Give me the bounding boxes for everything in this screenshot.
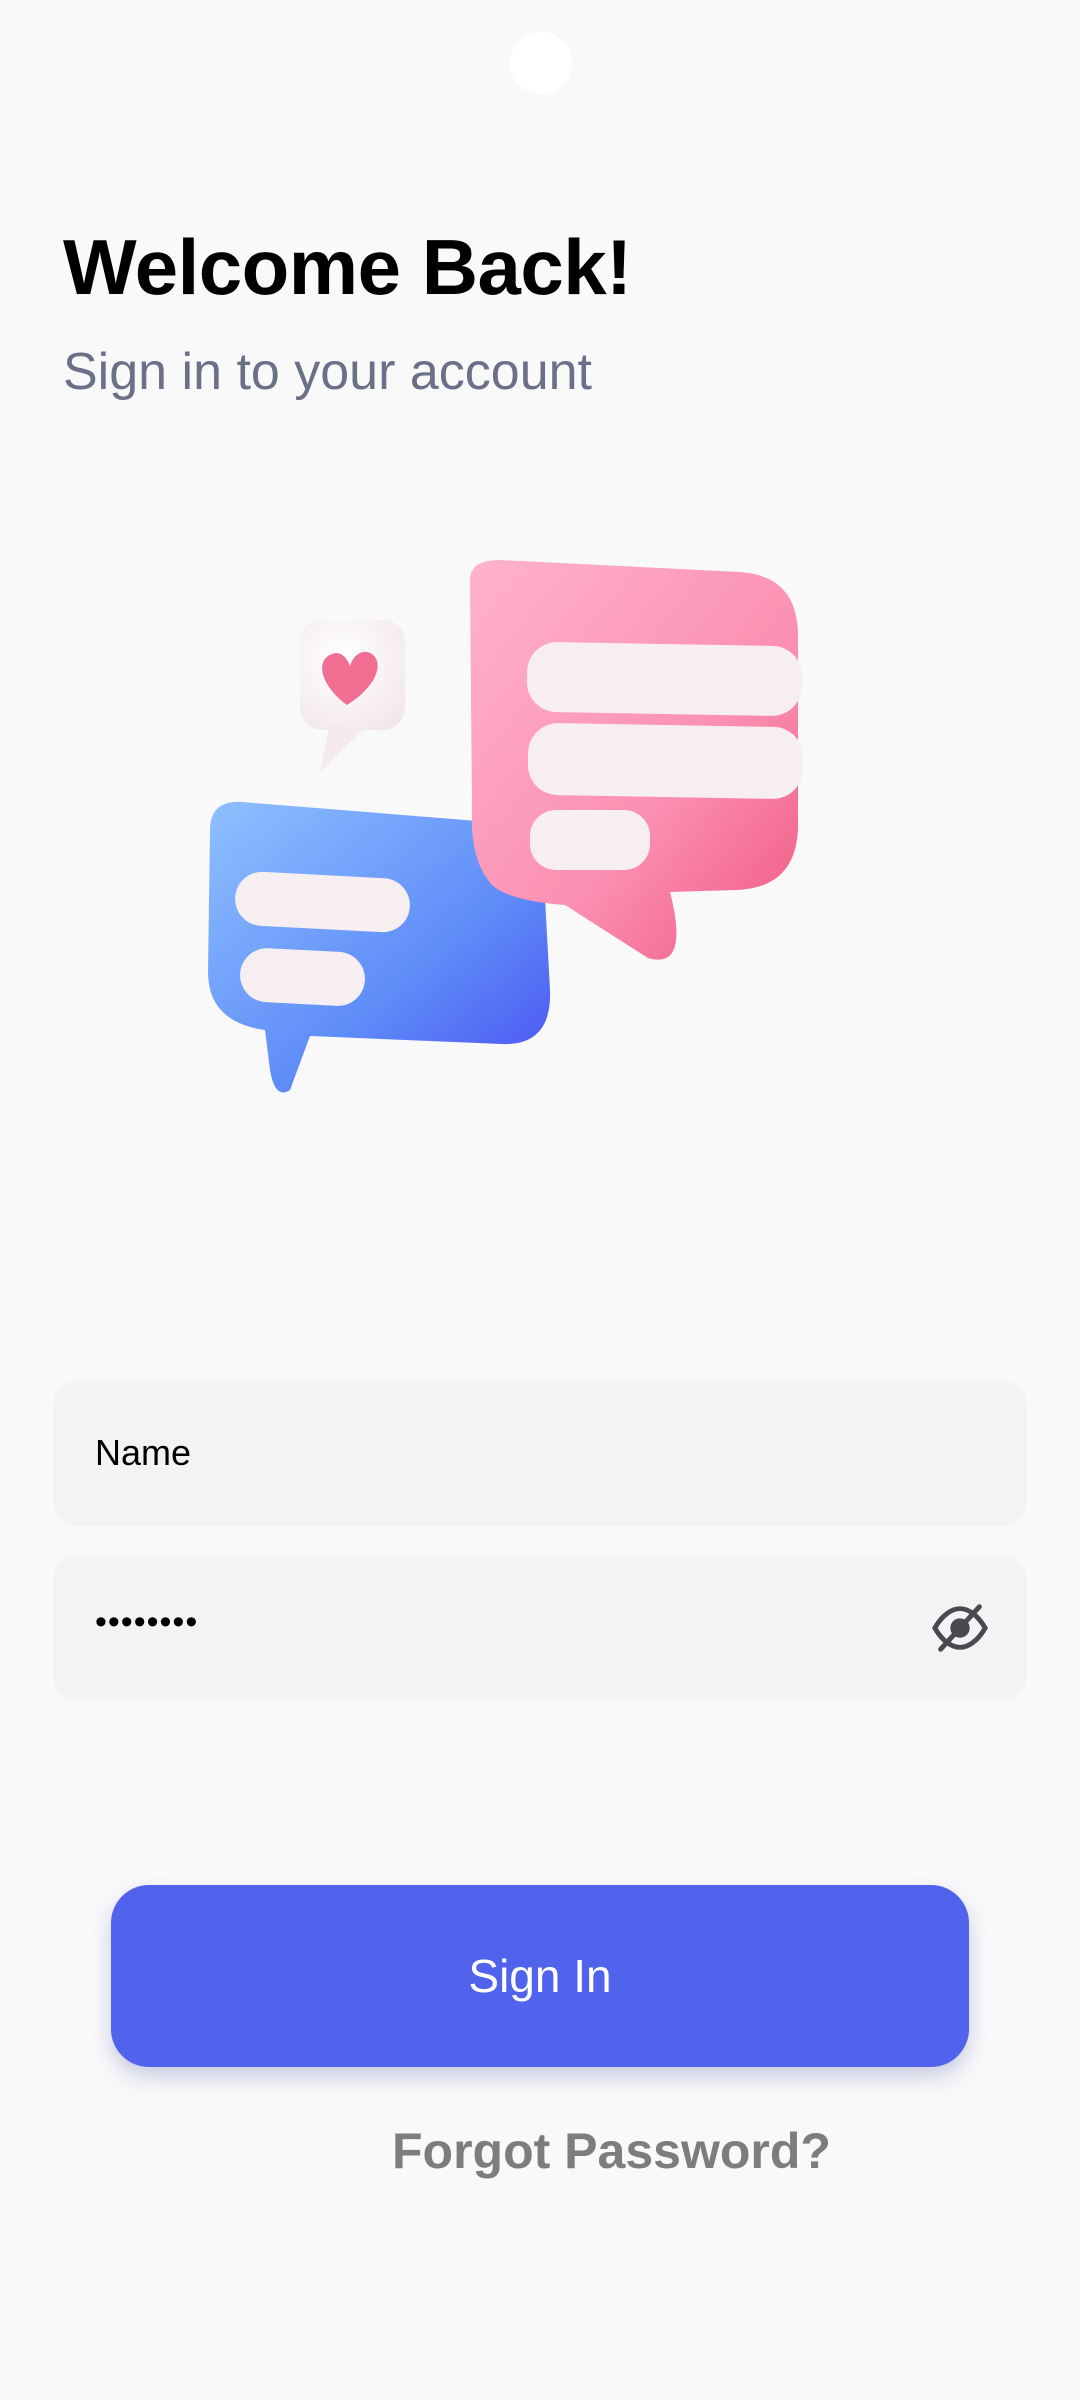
eye-slash-icon[interactable]	[929, 1597, 991, 1659]
heart-bubble-icon	[300, 620, 405, 772]
page-subtitle: Sign in to your account	[63, 343, 592, 401]
camera-cutout	[510, 32, 572, 94]
sign-in-button[interactable]: Sign In	[111, 1885, 969, 2067]
name-input[interactable]: Name	[95, 1432, 985, 1474]
login-screen: Welcome Back! Sign in to your account Na…	[0, 0, 1080, 2400]
chat-bubbles-illustration	[208, 560, 804, 1093]
name-field[interactable]: Name	[53, 1380, 1027, 1526]
password-field[interactable]: ••••••••	[53, 1555, 1027, 1701]
forgot-password-link[interactable]: Forgot Password?	[392, 2122, 831, 2180]
password-input[interactable]: ••••••••	[95, 1603, 929, 1642]
page-title: Welcome Back!	[63, 223, 632, 311]
